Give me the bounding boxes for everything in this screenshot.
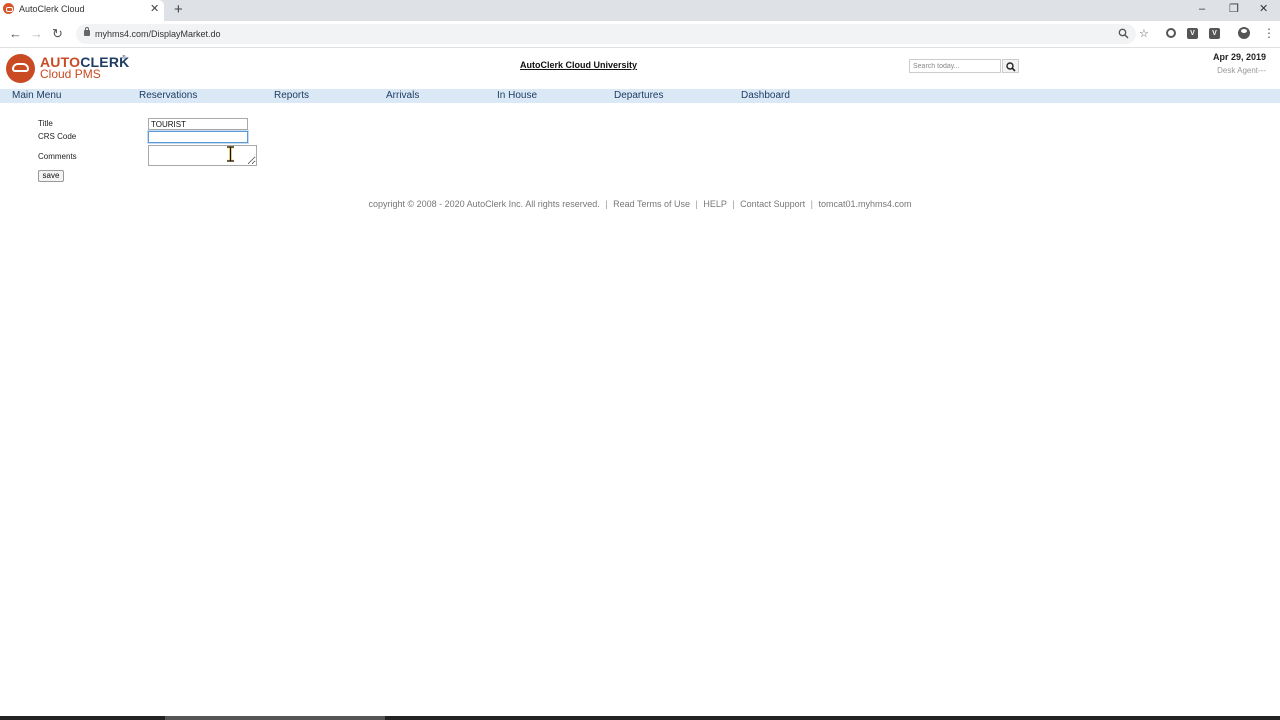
nav-reservations[interactable]: Reservations <box>139 90 197 102</box>
autoclerk-favicon-icon <box>3 3 14 14</box>
nav-reports[interactable]: Reports <box>274 90 309 102</box>
footer: copyright © 2008 - 2020 AutoClerk Inc. A… <box>0 199 1280 209</box>
contact-support-link[interactable]: Contact Support <box>740 199 805 209</box>
terms-of-use-link[interactable]: Read Terms of Use <box>613 199 690 209</box>
footer-separator: | <box>810 199 813 209</box>
window-close-button[interactable]: ✕ <box>1259 2 1268 16</box>
url-bar[interactable]: myhms4.com/DisplayMarket.do ☆ <box>76 24 1149 44</box>
nav-arrivals[interactable]: Arrivals <box>386 90 419 102</box>
restore-button[interactable]: ❐ <box>1229 2 1239 16</box>
title-input[interactable] <box>148 118 248 130</box>
header-user[interactable]: Desk Agent--- <box>1217 66 1266 75</box>
footer-separator: | <box>732 199 735 209</box>
cloud-icon <box>12 63 29 72</box>
comments-label: Comments <box>38 152 77 161</box>
comments-textarea[interactable] <box>148 145 257 166</box>
crs-code-input[interactable] <box>148 131 248 143</box>
extension-v-icon[interactable]: V <box>1187 28 1198 39</box>
forward-arrow-icon[interactable]: → <box>30 27 43 41</box>
extension-circle-icon[interactable] <box>1166 28 1176 38</box>
browser-menu-icon[interactable]: ⋮ <box>1263 26 1275 40</box>
main-nav: Main Menu Reservations Reports Arrivals … <box>0 89 1280 103</box>
search-icon <box>1006 62 1016 72</box>
url-text: myhms4.com/DisplayMarket.do <box>95 29 221 39</box>
text-cursor-icon <box>227 146 234 162</box>
tab-title: AutoClerk Cloud <box>19 4 85 14</box>
autoclerk-logo-icon <box>6 54 35 83</box>
help-link[interactable]: HELP <box>703 199 726 209</box>
lock-icon <box>84 27 90 36</box>
profile-avatar-icon[interactable] <box>1238 27 1250 39</box>
footer-copyright: copyright © 2008 - 2020 AutoClerk Inc. A… <box>368 199 600 209</box>
scrollbar-thumb[interactable] <box>165 716 385 720</box>
logo-trademark: ® <box>122 55 126 61</box>
reload-icon[interactable]: ↻ <box>52 27 63 41</box>
bookmark-star-icon[interactable]: ☆ <box>1139 28 1149 40</box>
nav-main-menu[interactable]: Main Menu <box>12 90 61 102</box>
back-arrow-icon[interactable]: ← <box>9 27 22 41</box>
tab-close-icon[interactable]: ✕ <box>150 3 159 15</box>
save-button[interactable]: save <box>38 170 64 182</box>
extension-v2-icon[interactable]: V <box>1209 28 1220 39</box>
footer-separator: | <box>605 199 608 209</box>
browser-tab-bar: AutoClerk Cloud ✕ + – ❐ ✕ <box>0 0 1280 21</box>
nav-dashboard[interactable]: Dashboard <box>741 90 790 102</box>
title-label: Title <box>38 119 53 128</box>
search-input[interactable] <box>909 59 1001 73</box>
crs-code-label: CRS Code <box>38 132 77 141</box>
browser-tab[interactable]: AutoClerk Cloud ✕ <box>0 0 164 21</box>
zoom-icon[interactable] <box>1118 28 1129 39</box>
taskbar-strip <box>0 716 1280 720</box>
nav-departures[interactable]: Departures <box>614 90 663 102</box>
new-tab-button[interactable]: + <box>174 2 183 18</box>
nav-in-house[interactable]: In House <box>497 90 537 102</box>
footer-separator: | <box>695 199 698 209</box>
browser-toolbar: ← → ↻ myhms4.com/DisplayMarket.do ☆ V V … <box>0 21 1280 48</box>
header-date: Apr 29, 2019 <box>1212 52 1266 62</box>
search-button[interactable] <box>1002 59 1019 73</box>
minimize-button[interactable]: – <box>1199 2 1205 16</box>
server-name: tomcat01.myhms4.com <box>818 199 912 209</box>
logo-subtitle: Cloud PMS <box>40 67 101 81</box>
university-link[interactable]: AutoClerk Cloud University <box>520 60 637 70</box>
